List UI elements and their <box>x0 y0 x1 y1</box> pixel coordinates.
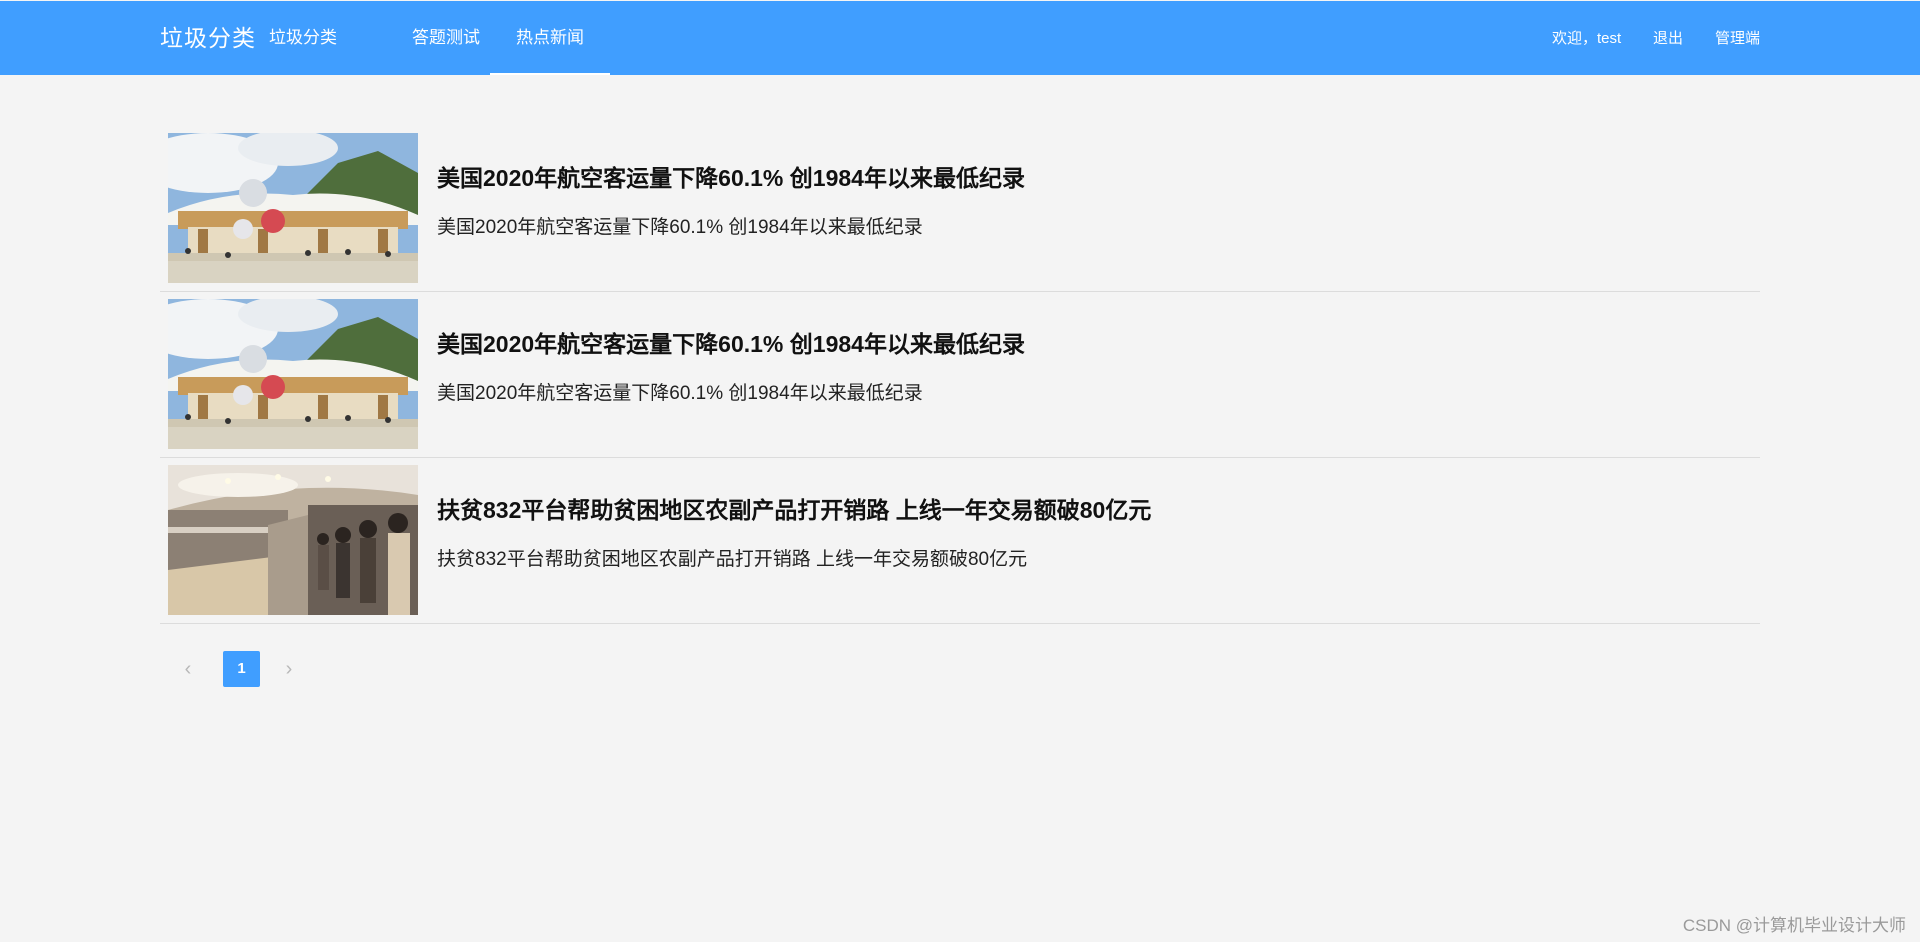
news-title[interactable]: 美国2020年航空客运量下降60.1% 创1984年以来最低纪录 <box>437 325 1025 359</box>
theme-park-image <box>168 133 418 283</box>
news-item[interactable]: 美国2020年航空客运量下降60.1% 创1984年以来最低纪录 美国2020年… <box>160 292 1760 458</box>
shopping-mall-image <box>168 465 418 615</box>
nav-item-quiz[interactable]: 答题测试 <box>386 1 506 75</box>
page: 垃圾分类 垃圾分类 答题测试 热点新闻 欢迎，test 退出 管理端 美国202… <box>0 0 1920 942</box>
news-list: 美国2020年航空客运量下降60.1% 创1984年以来最低纪录 美国2020年… <box>160 126 1760 624</box>
prev-page-button[interactable]: ‹ <box>170 651 206 687</box>
watermark-text: CSDN @计算机毕业设计大师 <box>1682 916 1906 935</box>
navbar-inner: 垃圾分类 垃圾分类 答题测试 热点新闻 欢迎，test 退出 管理端 <box>160 1 1760 75</box>
shopping-mall-queue-photo[interactable] <box>168 465 418 615</box>
news-summary: 美国2020年航空客运量下降60.1% 创1984年以来最低纪录 <box>437 217 923 238</box>
theme-park-photo[interactable] <box>168 299 418 449</box>
page-number-button[interactable]: 1 <box>223 651 260 687</box>
news-item[interactable]: 美国2020年航空客运量下降60.1% 创1984年以来最低纪录 美国2020年… <box>160 126 1760 292</box>
nav-item-garbage-classification[interactable]: 垃圾分类 <box>260 1 346 75</box>
nav-item-hot-news[interactable]: 热点新闻 <box>490 1 610 75</box>
next-page-button[interactable]: › <box>271 651 307 687</box>
logout-link[interactable]: 退出 <box>1653 1 1683 75</box>
news-title[interactable]: 扶贫832平台帮助贫困地区农副产品打开销路 上线一年交易额破80亿元 <box>437 491 1151 525</box>
theme-park-image <box>168 299 418 449</box>
admin-link[interactable]: 管理端 <box>1715 1 1760 75</box>
news-item[interactable]: 扶贫832平台帮助贫困地区农副产品打开销路 上线一年交易额破80亿元 扶贫832… <box>160 458 1760 624</box>
theme-park-photo[interactable] <box>168 133 418 283</box>
top-navbar: 垃圾分类 垃圾分类 答题测试 热点新闻 欢迎，test 退出 管理端 <box>0 1 1920 75</box>
news-title[interactable]: 美国2020年航空客运量下降60.1% 创1984年以来最低纪录 <box>437 159 1025 193</box>
site-brand[interactable]: 垃圾分类 <box>160 1 256 75</box>
news-summary: 美国2020年航空客运量下降60.1% 创1984年以来最低纪录 <box>437 383 923 404</box>
news-summary: 扶贫832平台帮助贫困地区农副产品打开销路 上线一年交易额破80亿元 <box>437 549 1028 570</box>
welcome-user-text: 欢迎，test <box>1552 30 1622 47</box>
